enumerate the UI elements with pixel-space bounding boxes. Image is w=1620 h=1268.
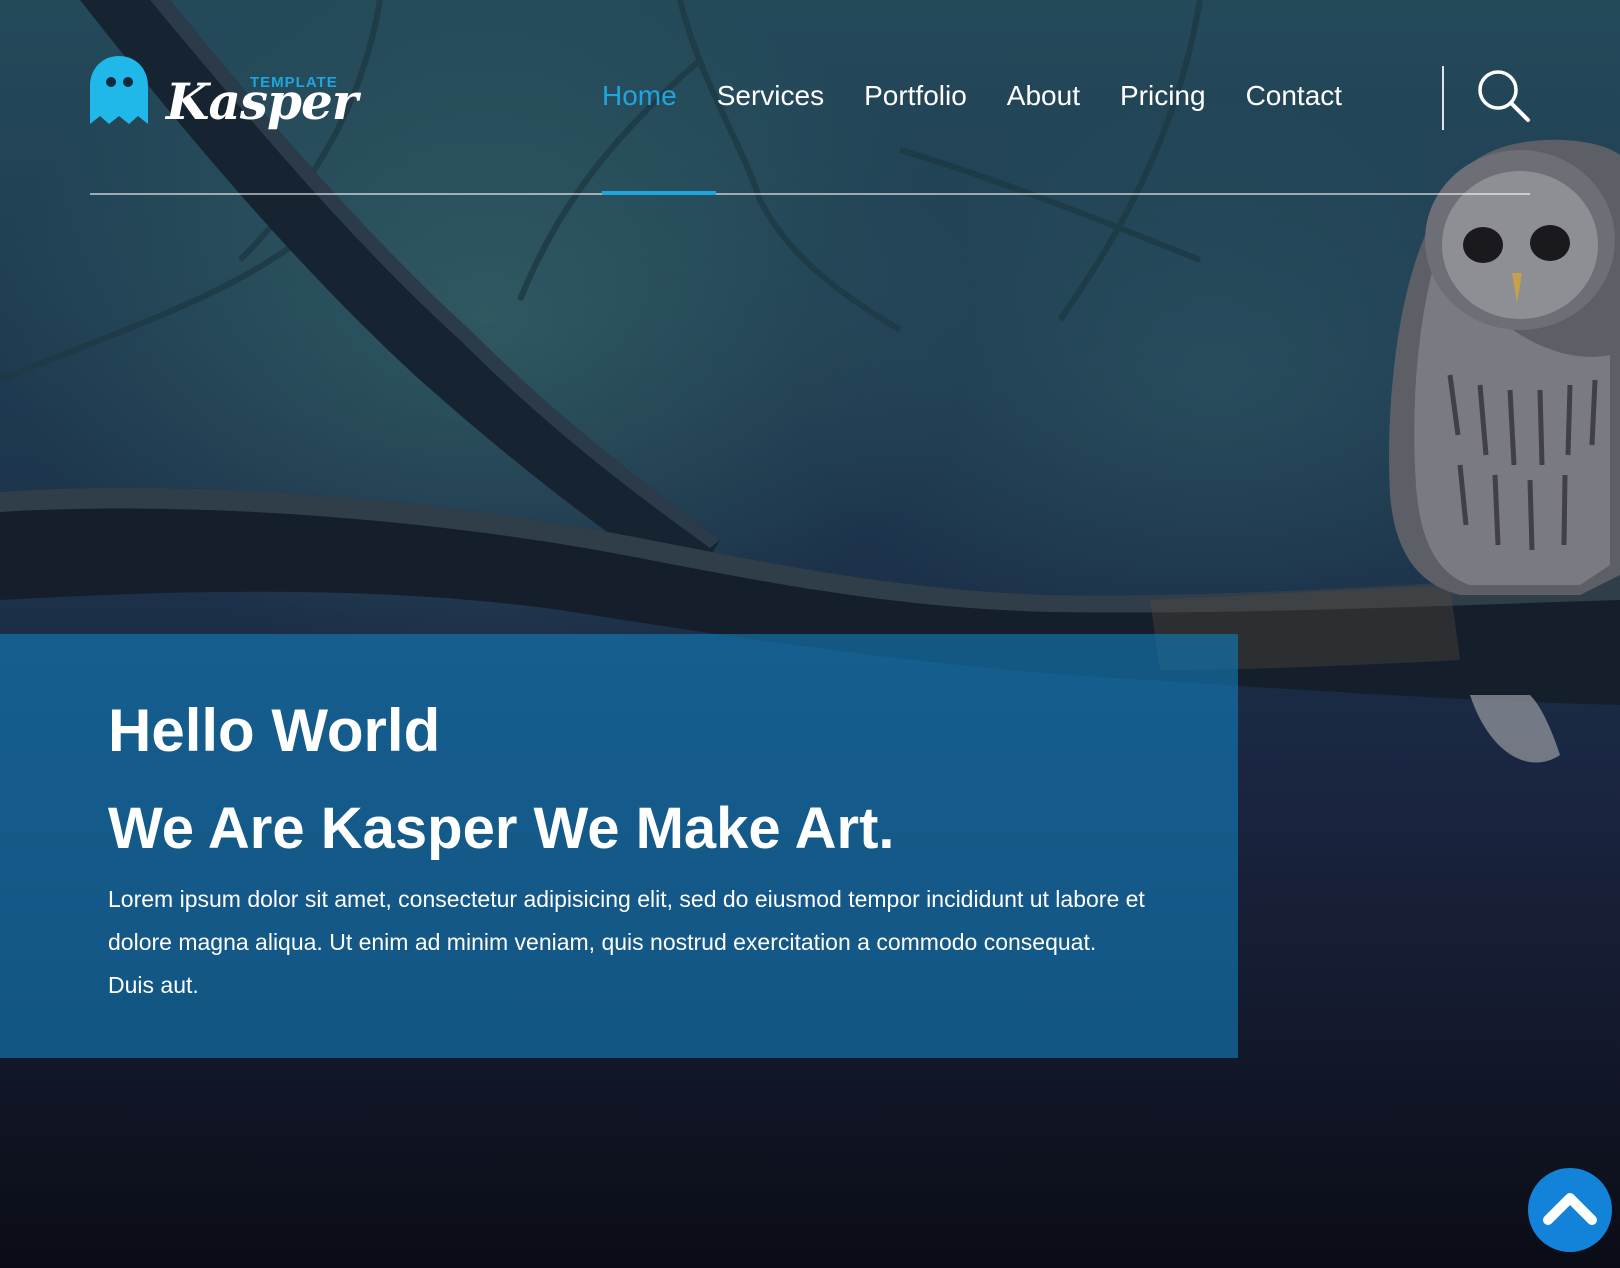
nav-item-portfolio[interactable]: Portfolio — [864, 76, 967, 116]
nav-item-contact[interactable]: Contact — [1246, 76, 1343, 116]
intro-body: Lorem ipsum dolor sit amet, consectetur … — [108, 886, 1145, 998]
main-navigation: Home Services Portfolio About Pricing Co… — [602, 76, 1382, 116]
nav-link-portfolio[interactable]: Portfolio — [864, 76, 967, 116]
logo[interactable]: Kasper TEMPLATE — [88, 52, 358, 138]
scroll-to-top-button[interactable] — [1528, 1168, 1612, 1252]
search-button[interactable] — [1476, 68, 1532, 124]
nav-item-home[interactable]: Home — [602, 76, 677, 116]
ghost-logo-icon — [90, 56, 148, 124]
intro-subtitle: We Are Kasper We Make Art. — [108, 796, 895, 861]
chevron-up-icon — [1543, 1193, 1597, 1225]
nav-link-home[interactable]: Home — [602, 76, 677, 116]
header-divider — [90, 193, 1530, 195]
search-icon — [1478, 70, 1530, 122]
brand-tagline: TEMPLATE — [250, 74, 338, 91]
nav-item-services[interactable]: Services — [717, 76, 824, 116]
nav-link-services[interactable]: Services — [717, 76, 824, 116]
intro-box: Hello World We Are Kasper We Make Art. L… — [0, 634, 1238, 1058]
nav-divider — [1442, 66, 1444, 130]
intro-title: Hello World — [108, 697, 441, 764]
nav-link-about[interactable]: About — [1007, 76, 1080, 116]
active-nav-indicator — [602, 191, 716, 195]
nav-item-pricing[interactable]: Pricing — [1120, 76, 1206, 116]
nav-link-contact[interactable]: Contact — [1246, 76, 1343, 116]
nav-link-pricing[interactable]: Pricing — [1120, 76, 1206, 116]
nav-item-about[interactable]: About — [1007, 76, 1080, 116]
